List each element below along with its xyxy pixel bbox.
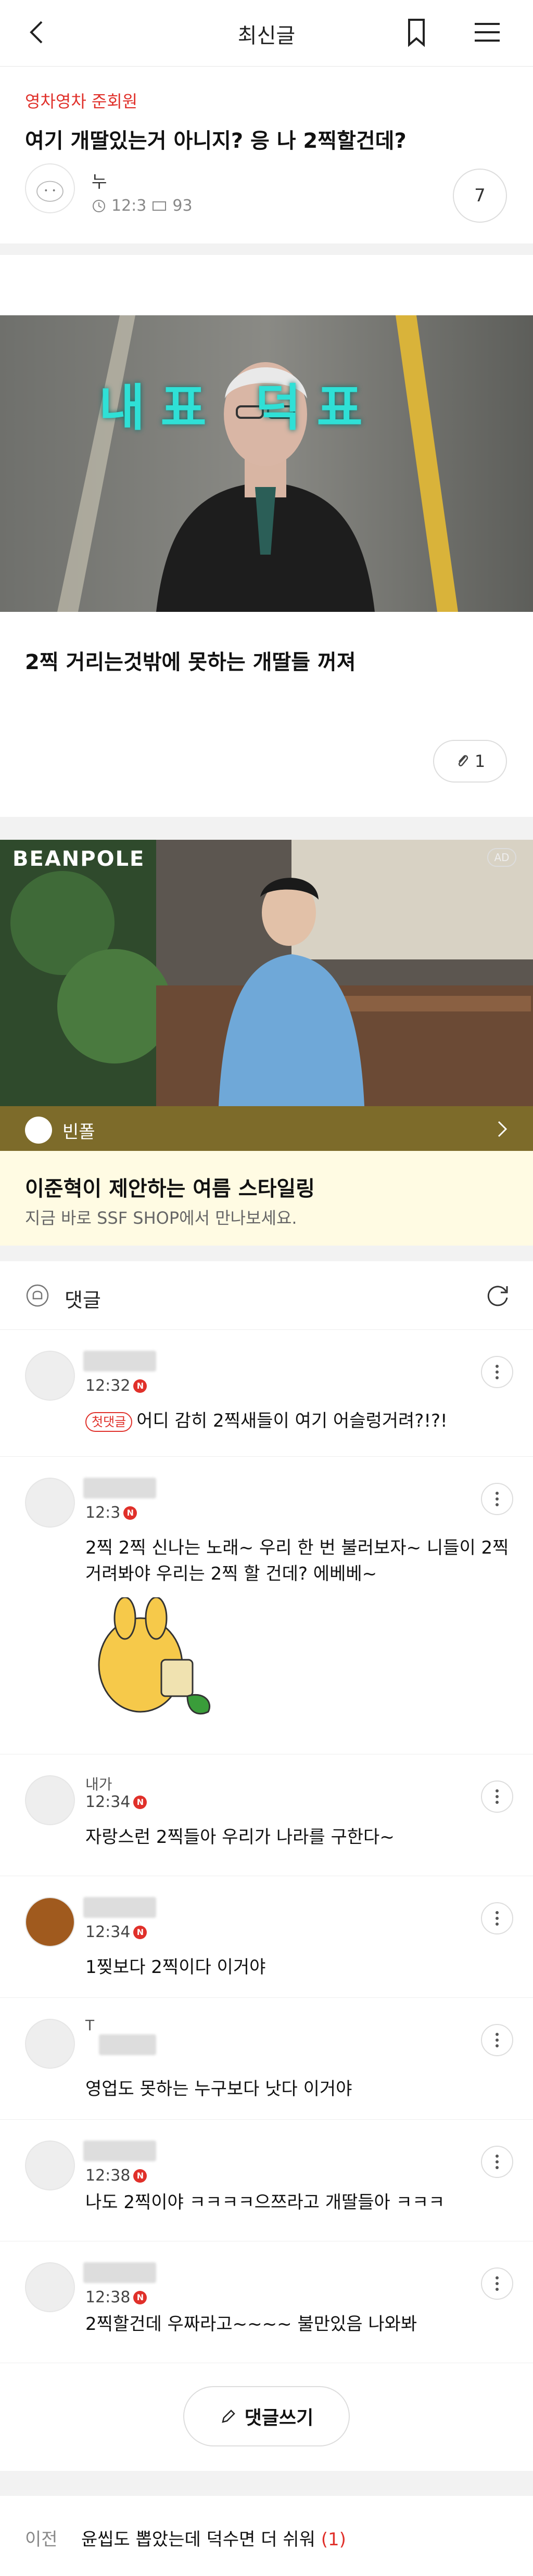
comment-avatar[interactable]	[25, 2262, 75, 2312]
comment-text: 2찍 2찍 신나는 노래~ 우리 한 번 불러보자~ 니들이 2찍 거려봐야 우…	[85, 1537, 509, 1584]
ad-title: 이준혁이 제안하는 여름 스타일링	[25, 1177, 315, 1201]
post-category[interactable]: 영차영차 준회원	[25, 88, 137, 112]
more-options-icon[interactable]	[481, 2267, 513, 2300]
comment-avatar[interactable]	[25, 1351, 75, 1401]
comment-time: 12:34 N	[85, 1923, 147, 1941]
comment-time: 12:3 N	[85, 1504, 137, 1522]
post-body: 2찍 거리는것밖에 못하는 개딸들 꺼져	[25, 650, 356, 674]
refresh-icon[interactable]	[483, 1281, 512, 1310]
comment-item: 12:32 N 첫댓글 어디 감히 2찍새들이 여기 어슬렁거려?!?!	[0, 1330, 533, 1457]
comment-item: 12:3 N 2찍 2찍 신나는 노래~ 우리 한 번 불러보자~ 니들이 2찍 …	[0, 1457, 533, 1754]
post-content: 내표 덕표 2찍 거리는것밖에 못하는 개딸들 꺼져 1	[0, 255, 533, 817]
comment-item: 내가 12:34 N 자랑스런 2찍들아 우리가 나라를 구한다~	[0, 1754, 533, 1876]
more-options-icon[interactable]	[481, 1483, 513, 1515]
comment-text: 영업도 못하는 누구보다 낫다 이거야	[85, 2079, 352, 2099]
more-options-icon[interactable]	[481, 2146, 513, 2178]
post-title: 여기 개딸있는거 아니지? 응 나 2찍할건데?	[25, 129, 407, 153]
page-title: 최신글	[237, 24, 296, 48]
ad-subtitle: 지금 바로 SSF SHOP에서 만나보세요.	[25, 1208, 297, 1228]
post-time: 12:3	[111, 197, 147, 215]
brand-logo-icon	[25, 1117, 52, 1144]
comment-time: 12:38 N	[85, 2288, 147, 2306]
comment-author-blurred[interactable]	[83, 1478, 156, 1498]
bell-icon	[26, 1284, 49, 1307]
hamburger-icon[interactable]	[468, 16, 506, 49]
chevron-right-icon	[498, 1121, 507, 1137]
sticker-image[interactable]	[83, 1597, 224, 1722]
comment-time: 12:32 N	[85, 1377, 147, 1395]
write-comment-button[interactable]: 댓글쓰기	[183, 2386, 350, 2446]
comment-author-blurred[interactable]	[83, 2141, 156, 2161]
ad-banner[interactable]: BEANPOLE AD 빈폴 이준혁이 제안하는 여름 스타일링 지금 바로 S…	[0, 840, 533, 1246]
ad-mark: AD	[487, 848, 516, 867]
comment-text: 자랑스런 2찍들아 우리가 나라를 구한다~	[85, 1827, 395, 1848]
comments-header: 댓글	[0, 1261, 533, 1330]
comment-item: 12:38 N 나도 2찍이야 ㅋㅋㅋㅋ으쯔라고 개딸들아 ㅋㅋㅋ	[0, 2120, 533, 2241]
comments-section: 댓글 12:32 N 첫댓글 어디 감히 2찍새들이 여기 어슬렁거려?!?! 12…	[0, 1261, 533, 2471]
new-badge-icon: N	[123, 1506, 137, 1520]
comment-time: 12:38 N	[85, 2167, 147, 2185]
comment-avatar[interactable]	[25, 2019, 75, 2069]
comment-author-partial[interactable]: T	[85, 2017, 94, 2034]
comments-label: 댓글	[65, 1289, 101, 1312]
ad-brand-name: 빈폴	[62, 1122, 95, 1143]
comment-text: 1찢보다 2찍이다 이거야	[85, 1957, 266, 1978]
paperclip-icon	[458, 755, 468, 766]
attachment-button[interactable]: 1	[433, 740, 507, 783]
comment-author-partial[interactable]: 내가	[85, 1773, 112, 1794]
clock-icon	[93, 199, 105, 212]
ad-logo-text: BEANPOLE	[12, 847, 145, 871]
comment-text: 첫댓글 어디 감히 2찍새들이 여기 어슬렁거려?!?!	[85, 1408, 512, 1434]
ad-image[interactable]: BEANPOLE AD	[0, 840, 533, 1106]
post-views: 93	[172, 197, 193, 215]
more-options-icon[interactable]	[481, 1902, 513, 1934]
post-meta: 12:3 93	[92, 197, 193, 215]
top-bar: 최신글	[0, 0, 533, 67]
comment-author-blurred[interactable]	[83, 1897, 156, 1918]
more-options-icon[interactable]	[481, 1356, 513, 1388]
comment-avatar[interactable]	[25, 1775, 75, 1825]
new-badge-icon: N	[133, 2169, 147, 2183]
comment-item: 12:34 N 1찢보다 2찍이다 이거야	[0, 1876, 533, 1998]
comment-author-blurred[interactable]	[83, 1351, 156, 1372]
attachment-count: 1	[474, 751, 486, 771]
comment-author-blurred[interactable]	[99, 2034, 156, 2055]
prev-post-link[interactable]: 이전 윤씹도 뽑았는데 덕수면 더 쉬워 (1)	[0, 2496, 533, 2576]
new-badge-icon: N	[133, 1379, 147, 1393]
prev-title: 윤씹도 뽑았는데 덕수면 더 쉬워 (1)	[81, 2529, 346, 2550]
post-image[interactable]: 내표 덕표	[0, 315, 533, 612]
comment-avatar[interactable]	[25, 1478, 75, 1528]
more-options-icon[interactable]	[481, 1780, 513, 1813]
first-comment-badge: 첫댓글	[85, 1412, 133, 1432]
prev-comment-count: (1)	[321, 2529, 346, 2550]
comment-avatar[interactable]	[25, 2141, 75, 2190]
hero-photo	[0, 315, 533, 612]
bookmark-icon[interactable]	[400, 16, 433, 49]
pencil-icon	[222, 2410, 235, 2423]
comment-item: 12:38 N 2찍할건데 우짜라고~~~~ 불만있음 나와봐	[0, 2241, 533, 2363]
author-avatar[interactable]	[25, 163, 75, 213]
ad-brand-bar[interactable]: 빈폴	[0, 1106, 533, 1151]
comment-text: 2찍할건데 우짜라고~~~~ 불만있음 나와봐	[85, 2314, 417, 2335]
comment-text: 나도 2찍이야 ㅋㅋㅋㅋ으쯔라고 개딸들아 ㅋㅋㅋ	[85, 2192, 445, 2213]
new-badge-icon: N	[133, 2290, 147, 2304]
comment-time: 12:34 N	[85, 1793, 147, 1811]
ad-copy[interactable]: 이준혁이 제안하는 여름 스타일링 지금 바로 SSF SHOP에서 만나보세요…	[0, 1151, 533, 1246]
comment-count-button[interactable]: 7	[453, 169, 507, 223]
views-icon	[153, 201, 167, 211]
new-badge-icon: N	[133, 1925, 147, 1939]
write-comment-label: 댓글쓰기	[244, 2407, 314, 2429]
comment-item: T 영업도 못하는 누구보다 낫다 이거야	[0, 1998, 533, 2120]
comment-avatar[interactable]	[25, 1897, 75, 1947]
author-name[interactable]: 누	[92, 169, 107, 193]
new-badge-icon: N	[133, 1795, 147, 1809]
post-header: 영차영차 준회원 여기 개딸있는거 아니지? 응 나 2찍할건데? 누 12:3…	[0, 67, 533, 243]
default-avatar-icon	[36, 181, 64, 202]
hero-overlay-text: 내표 덕표	[99, 379, 378, 437]
more-options-icon[interactable]	[481, 2024, 513, 2056]
ad-photo	[0, 840, 533, 1106]
prev-label: 이전	[25, 2529, 58, 2550]
comment-author-blurred[interactable]	[83, 2262, 156, 2283]
